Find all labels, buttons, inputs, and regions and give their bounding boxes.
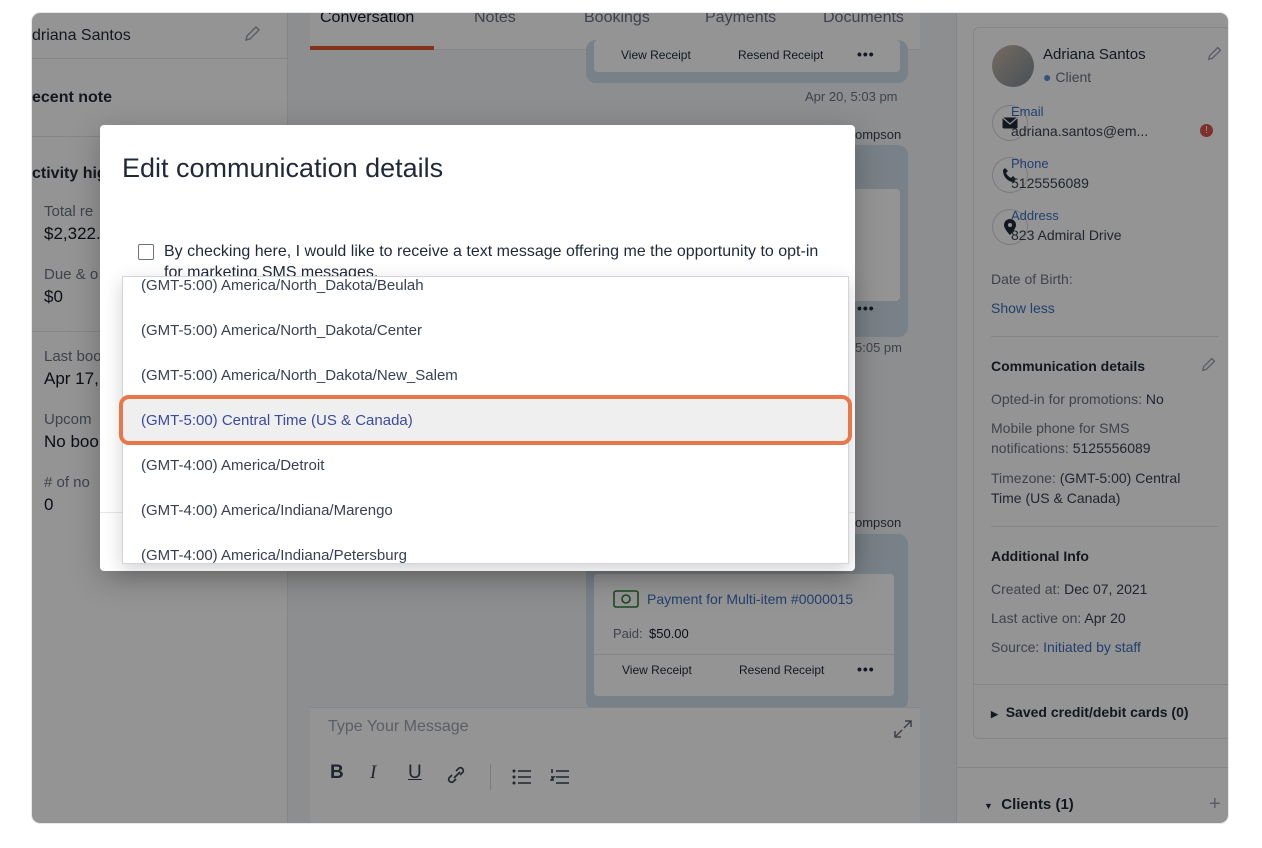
timezone-option[interactable]: (GMT-5:00) America/North_Dakota/Center (123, 308, 848, 353)
selection-highlight-outline (119, 395, 852, 445)
timezone-option[interactable]: (GMT-5:00) America/North_Dakota/Beulah (123, 277, 848, 308)
sms-consent-checkbox[interactable] (138, 244, 154, 260)
modal-title: Edit communication details (122, 153, 444, 183)
timezone-option[interactable]: (GMT-5:00) America/North_Dakota/New_Sale… (123, 353, 848, 398)
timezone-option[interactable]: (GMT-4:00) America/Indiana/Marengo (123, 488, 848, 533)
timezone-option[interactable]: (GMT-4:00) America/Indiana/Petersburg (123, 533, 848, 563)
timezone-option[interactable]: (GMT-4:00) America/Detroit (123, 443, 848, 488)
app-window: driana Santos ecent note ctivity hig Tot… (32, 13, 1228, 823)
